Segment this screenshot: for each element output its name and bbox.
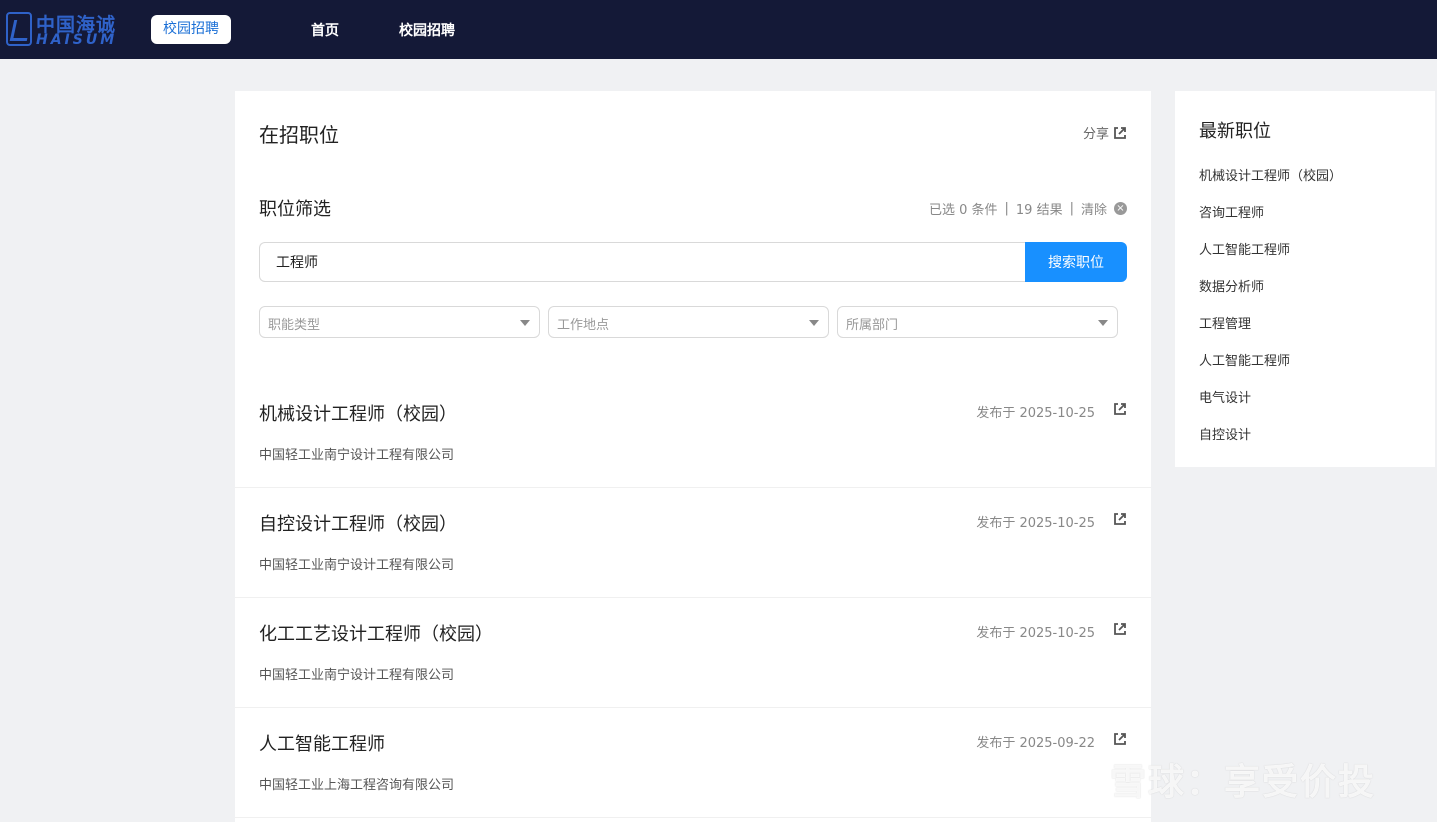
share-icon[interactable] — [1113, 512, 1127, 526]
work-location-select[interactable]: 工作地点 — [548, 306, 829, 338]
job-list-item[interactable]: 机械设计工程师（校园） 发布于 2025-10-25 中国轻工业南宁设计工程有限… — [235, 378, 1151, 488]
clear-icon[interactable]: × — [1114, 202, 1127, 215]
caret-down-icon — [1098, 320, 1108, 326]
job-company: 中国轻工业南宁设计工程有限公司 — [259, 668, 455, 683]
share-label: 分享 — [1082, 127, 1109, 142]
latest-job-link[interactable]: 电气设计 — [1199, 387, 1251, 406]
job-date: 发布于 2025-09-22 — [976, 736, 1095, 751]
top-nav-bar: 中国海诚 HAISUM 校园招聘 首页 校园招聘 — [0, 0, 1437, 59]
divider: | — [1069, 201, 1074, 216]
latest-job-link[interactable]: 人工智能工程师 — [1199, 350, 1290, 369]
latest-jobs-panel: 最新职位 机械设计工程师（校园） 咨询工程师 人工智能工程师 数据分析师 工程管… — [1175, 91, 1435, 467]
department-select[interactable]: 所属部门 — [837, 306, 1118, 338]
share-button[interactable]: 分享 — [1083, 123, 1127, 142]
job-date: 发布于 2025-10-25 — [976, 626, 1095, 641]
latest-job-link[interactable]: 机械设计工程师（校园） — [1199, 165, 1342, 184]
latest-job-link[interactable]: 咨询工程师 — [1199, 202, 1264, 221]
share-icon[interactable] — [1113, 732, 1127, 746]
logo-en-text: HAISUM — [36, 32, 118, 48]
job-company: 中国轻工业南宁设计工程有限公司 — [259, 448, 455, 463]
job-title[interactable]: 化工工艺设计工程师（校园） — [259, 620, 493, 646]
select-placeholder: 职能类型 — [268, 318, 321, 333]
latest-job-link[interactable]: 工程管理 — [1199, 313, 1251, 332]
job-list-panel: 在招职位 分享 职位筛选 已选 0 条件 | 19 结果 | 清除 × 搜索职位… — [235, 91, 1151, 822]
watermark-text: 雪球：享受价投 — [1110, 762, 1377, 803]
job-title[interactable]: 人工智能工程师 — [259, 730, 385, 756]
select-placeholder: 所属部门 — [846, 318, 899, 333]
watermark-logo-icon — [1052, 752, 1098, 798]
caret-down-icon — [809, 320, 819, 326]
latest-job-link[interactable]: 数据分析师 — [1199, 276, 1264, 295]
filter-title: 职位筛选 — [259, 199, 331, 220]
job-company: 中国轻工业上海工程咨询有限公司 — [259, 778, 455, 793]
share-icon — [1114, 126, 1126, 139]
job-list-item[interactable]: 人工智能工程师 发布于 2025-09-22 中国轻工业上海工程咨询有限公司 — [235, 708, 1151, 818]
page-title: 在招职位 — [259, 123, 339, 147]
watermark: 雪球：享受价投 — [1052, 750, 1402, 803]
search-bar: 搜索职位 — [259, 242, 1127, 282]
job-list-item[interactable]: 自控设计工程师（校园） 发布于 2025-10-25 中国轻工业南宁设计工程有限… — [235, 488, 1151, 598]
search-button[interactable]: 搜索职位 — [1025, 242, 1127, 282]
divider: | — [1004, 201, 1009, 216]
filter-stats: 已选 0 条件 | 19 结果 | 清除 × — [929, 199, 1127, 218]
nav-home-link[interactable]: 首页 — [311, 20, 339, 40]
function-type-select[interactable]: 职能类型 — [259, 306, 540, 338]
latest-job-link[interactable]: 自控设计 — [1199, 424, 1251, 443]
search-input[interactable] — [259, 242, 1027, 282]
selected-count: 已选 0 条件 — [928, 203, 998, 218]
select-placeholder: 工作地点 — [557, 318, 610, 333]
job-date: 发布于 2025-10-25 — [976, 516, 1095, 531]
latest-job-link[interactable]: 人工智能工程师 — [1199, 239, 1290, 258]
result-count: 19 结果 — [1015, 203, 1063, 218]
job-title[interactable]: 机械设计工程师（校园） — [259, 400, 457, 426]
job-list-item[interactable]: 化工工艺设计工程师（校园） 发布于 2025-10-25 中国轻工业南宁设计工程… — [235, 598, 1151, 708]
job-company: 中国轻工业南宁设计工程有限公司 — [259, 558, 455, 573]
share-icon[interactable] — [1113, 622, 1127, 636]
latest-jobs-title: 最新职位 — [1199, 121, 1271, 142]
share-icon[interactable] — [1113, 402, 1127, 416]
job-date: 发布于 2025-10-25 — [976, 406, 1095, 421]
logo-mark-icon — [6, 12, 32, 46]
job-title[interactable]: 自控设计工程师（校园） — [259, 510, 457, 536]
company-logo[interactable]: 中国海诚 HAISUM — [6, 10, 136, 48]
clear-filter-button[interactable]: 清除 — [1081, 199, 1107, 218]
nav-campus-link[interactable]: 校园招聘 — [399, 20, 455, 40]
caret-down-icon — [520, 320, 530, 326]
campus-recruit-tag[interactable]: 校园招聘 — [151, 15, 231, 44]
